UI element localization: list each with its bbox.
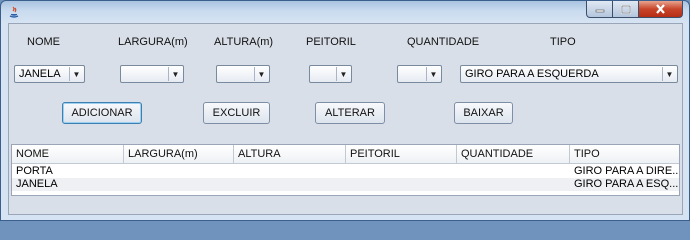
table-cell bbox=[346, 165, 457, 178]
column-header-quantidade[interactable]: QUANTIDADE bbox=[457, 145, 570, 163]
nome-select-value: JANELA bbox=[19, 68, 61, 80]
adicionar-button[interactable]: ADICIONAR bbox=[62, 102, 142, 124]
table-cell bbox=[234, 178, 346, 191]
chevron-down-icon[interactable]: ▼ bbox=[336, 67, 350, 81]
table-cell bbox=[234, 165, 346, 178]
close-icon bbox=[656, 4, 665, 14]
chevron-down-icon[interactable]: ▼ bbox=[254, 67, 268, 81]
minimize-button[interactable] bbox=[586, 1, 613, 18]
form-panel: NOME LARGURA(m) ALTURA(m) PEITORIL QUANT… bbox=[8, 23, 683, 215]
table-cell: JANELA bbox=[16, 178, 58, 190]
table-cell bbox=[457, 178, 570, 191]
column-header-nome[interactable]: NOME bbox=[12, 145, 124, 163]
table-cell: PORTA bbox=[16, 165, 53, 177]
minimize-icon bbox=[595, 9, 604, 13]
table-cell bbox=[124, 178, 234, 191]
label-altura: ALTURA(m) bbox=[214, 36, 274, 48]
chevron-down-icon[interactable]: ▼ bbox=[69, 67, 83, 81]
label-tipo: TIPO bbox=[550, 36, 576, 48]
altura-select[interactable]: ▼ bbox=[216, 65, 270, 83]
table-header: NOME LARGURA(m) ALTURA PEITORIL QUANTIDA… bbox=[12, 145, 679, 164]
alterar-button[interactable]: ALTERAR bbox=[315, 102, 385, 124]
column-header-peitoril[interactable]: PEITORIL bbox=[346, 145, 457, 163]
items-table[interactable]: NOME LARGURA(m) ALTURA PEITORIL QUANTIDA… bbox=[11, 144, 680, 196]
tipo-select[interactable]: GIRO PARA A ESQUERDA ▼ bbox=[460, 65, 678, 83]
app-window: NOME LARGURA(m) ALTURA(m) PEITORIL QUANT… bbox=[0, 0, 690, 221]
table-cell bbox=[457, 165, 570, 178]
peitoril-select[interactable]: ▼ bbox=[309, 65, 352, 83]
title-bar[interactable] bbox=[1, 1, 689, 23]
label-quantidade: QUANTIDADE bbox=[407, 36, 480, 48]
tipo-select-value: GIRO PARA A ESQUERDA bbox=[465, 68, 599, 80]
quantidade-select[interactable]: ▼ bbox=[397, 65, 442, 83]
nome-select[interactable]: JANELA ▼ bbox=[14, 65, 85, 83]
column-header-altura[interactable]: ALTURA bbox=[234, 145, 346, 163]
maximize-icon bbox=[620, 4, 631, 14]
table-row[interactable]: PORTA GIRO PARA A DIRE... bbox=[12, 165, 679, 178]
chevron-down-icon[interactable]: ▼ bbox=[168, 67, 182, 81]
baixar-button[interactable]: BAIXAR bbox=[454, 102, 513, 124]
label-nome: NOME bbox=[27, 36, 60, 48]
label-peitoril: PEITORIL bbox=[306, 36, 356, 48]
close-button[interactable] bbox=[639, 1, 683, 18]
column-header-tipo[interactable]: TIPO bbox=[570, 145, 679, 163]
java-app-icon bbox=[9, 6, 19, 18]
table-cell bbox=[124, 165, 234, 178]
chevron-down-icon[interactable]: ▼ bbox=[662, 67, 676, 81]
table-cell: GIRO PARA A ESQ... bbox=[574, 178, 679, 190]
column-header-largura[interactable]: LARGURA(m) bbox=[124, 145, 234, 163]
maximize-button[interactable] bbox=[613, 1, 639, 18]
label-largura: LARGURA(m) bbox=[118, 36, 188, 48]
table-cell bbox=[346, 178, 457, 191]
excluir-button[interactable]: EXCLUIR bbox=[203, 102, 270, 124]
table-row[interactable]: JANELA GIRO PARA A ESQ... bbox=[12, 178, 679, 191]
largura-select[interactable]: ▼ bbox=[120, 65, 184, 83]
table-cell: GIRO PARA A DIRE... bbox=[574, 165, 679, 177]
chevron-down-icon[interactable]: ▼ bbox=[426, 67, 440, 81]
